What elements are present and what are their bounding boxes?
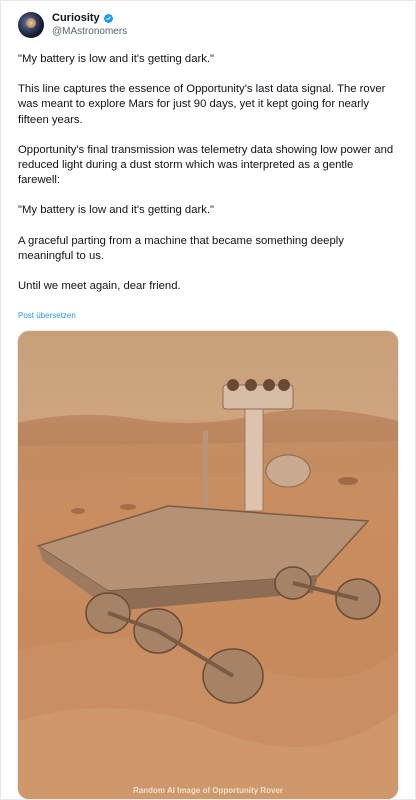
post-paragraph: "My battery is low and it's getting dark…	[18, 53, 215, 65]
post-image[interactable]: Random AI Image of Opportunity Rover	[17, 330, 399, 800]
author-info: Curiosity @MAstronomers	[52, 12, 127, 38]
post-paragraph: This line captures the essence of Opport…	[18, 83, 386, 126]
translate-link[interactable]: Post übersetzen	[18, 311, 76, 320]
author-display-name[interactable]: Curiosity	[52, 12, 100, 25]
post-paragraph: A graceful parting from a machine that b…	[18, 234, 344, 262]
verified-badge-icon	[103, 13, 113, 24]
author-name-row: Curiosity	[52, 12, 127, 25]
post-paragraph: Until we meet again, dear friend.	[18, 280, 181, 293]
author-handle[interactable]: @MAstronomers	[52, 25, 127, 38]
image-caption: Random AI Image of Opportunity Rover	[133, 786, 283, 795]
post-header: Curiosity @MAstronomers	[18, 12, 127, 38]
post-paragraph: "My battery is low and it's getting dark…	[18, 204, 215, 217]
mars-rover-illustration	[18, 379, 398, 799]
post-text: "My battery is low and it's getting dark…	[18, 52, 398, 309]
avatar[interactable]	[18, 12, 44, 38]
post-paragraph: Opportunity's final transmission was tel…	[18, 143, 394, 187]
